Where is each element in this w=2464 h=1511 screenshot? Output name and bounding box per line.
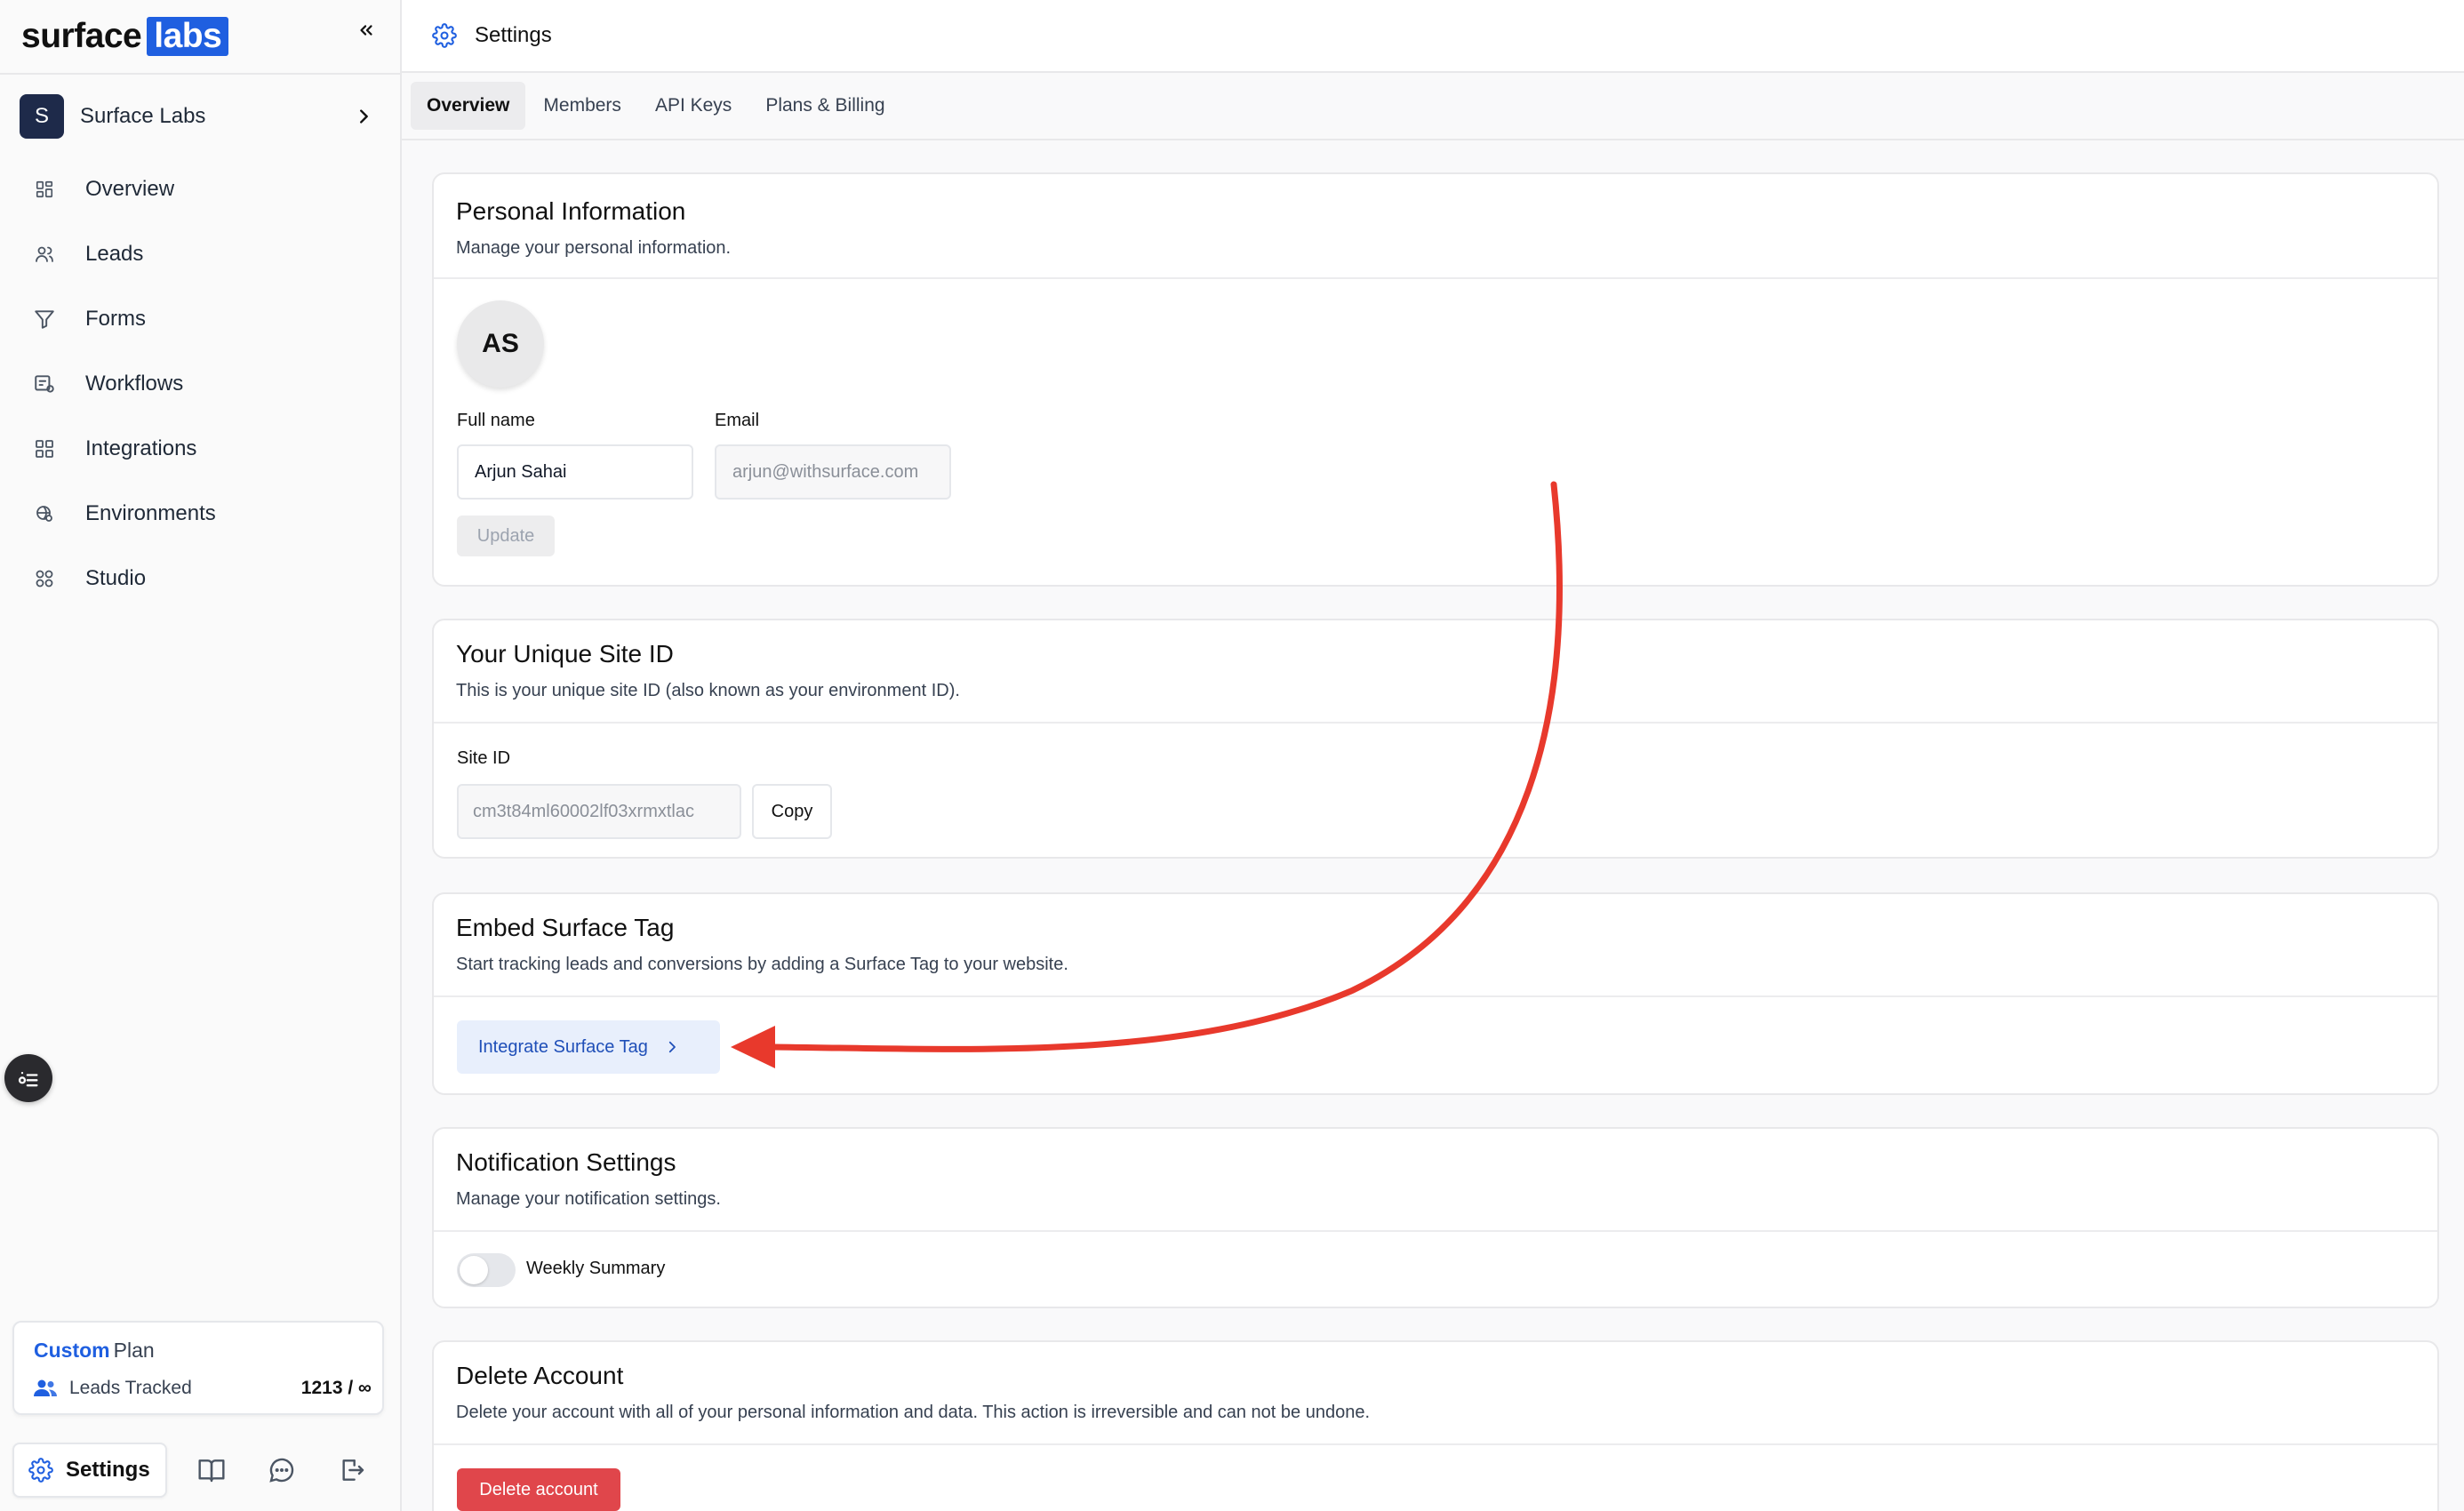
sidebar-item-label: Forms xyxy=(85,306,146,331)
plan-suffix: Plan xyxy=(113,1339,155,1362)
card-title: Delete Account xyxy=(456,1362,624,1389)
users-icon xyxy=(34,1379,57,1398)
sidebar-item-forms[interactable]: Forms xyxy=(20,286,382,351)
sidebar-item-label: Environments xyxy=(85,500,216,525)
page-header: Settings xyxy=(402,0,2464,73)
tab-members[interactable]: Members xyxy=(527,82,637,130)
sidebar-item-leads[interactable]: Leads xyxy=(20,221,382,286)
users-icon xyxy=(32,242,57,267)
tab-plans-billing[interactable]: Plans & Billing xyxy=(749,82,900,130)
card-title: Notification Settings xyxy=(456,1148,676,1176)
card-description: Start tracking leads and conversions by … xyxy=(456,955,1068,974)
book-icon[interactable] xyxy=(194,1452,229,1488)
card-header: Notification Settings Manage your notifi… xyxy=(434,1129,2437,1232)
page-title: Settings xyxy=(475,23,552,47)
integrate-button-label: Integrate Surface Tag xyxy=(478,1036,648,1057)
full-name-field[interactable]: Arjun Sahai xyxy=(457,444,693,500)
card-header: Delete Account Delete your account with … xyxy=(434,1342,2437,1445)
card-header: Personal Information Manage your persona… xyxy=(434,174,2437,279)
settings-button-label: Settings xyxy=(66,1458,150,1482)
site-id-field[interactable]: cm3t84ml60002lf03xrmxtlac xyxy=(457,784,741,839)
leads-tracked-count: 1213 / ∞ xyxy=(300,1378,372,1398)
card-header: Embed Surface Tag Start tracking leads a… xyxy=(434,894,2437,997)
notification-settings-card: Notification Settings Manage your notifi… xyxy=(432,1127,2439,1308)
sidebar-item-label: Integrations xyxy=(85,436,197,460)
chat-icon[interactable] xyxy=(264,1452,300,1488)
tab-overview[interactable]: Overview xyxy=(411,82,526,130)
sidebar-item-workflows[interactable]: Workflows xyxy=(20,351,382,416)
sidebar-item-label: Overview xyxy=(85,176,175,201)
site-id-label: Site ID xyxy=(457,748,511,768)
settings-tabs: Overview Members API Keys Plans & Billin… xyxy=(402,73,2464,140)
sidebar-item-environments[interactable]: Environments xyxy=(20,481,382,546)
chevron-right-icon xyxy=(664,1039,680,1055)
workspace-name: Surface Labs xyxy=(80,104,206,128)
plan-name: Custom xyxy=(34,1339,110,1362)
sidebar-item-label: Workflows xyxy=(85,371,184,396)
sidebar-item-label: Leads xyxy=(85,241,144,266)
tab-api-keys[interactable]: API Keys xyxy=(639,82,748,130)
sidebar-footer: Settings xyxy=(12,1442,384,1499)
logout-icon[interactable] xyxy=(334,1452,370,1488)
card-description: This is your unique site ID (also known … xyxy=(456,681,960,700)
integrate-surface-tag-button[interactable]: Integrate Surface Tag xyxy=(457,1020,720,1074)
gear-icon xyxy=(432,23,457,48)
delete-account-button[interactable]: Delete account xyxy=(457,1468,620,1511)
gear-icon xyxy=(28,1458,53,1483)
environment-icon xyxy=(32,501,57,526)
double-chevron-left-icon[interactable] xyxy=(352,16,380,44)
sidebar-item-overview[interactable]: Overview xyxy=(20,156,382,221)
settings-button[interactable]: Settings xyxy=(12,1443,167,1498)
card-header: Your Unique Site ID This is your unique … xyxy=(434,620,2437,724)
sidebar-item-label: Studio xyxy=(85,565,147,590)
grid-icon xyxy=(32,177,57,202)
logo-word: surface xyxy=(21,17,142,55)
embed-surface-tag-card: Embed Surface Tag Start tracking leads a… xyxy=(432,892,2439,1095)
sidebar-nav: Overview Leads Forms Workflows Integrati… xyxy=(20,156,382,611)
checklist-icon xyxy=(16,1066,41,1091)
plan-card[interactable]: Custom Plan Leads Tracked 1213 / ∞ xyxy=(12,1321,384,1415)
card-description: Manage your notification settings. xyxy=(456,1189,721,1209)
brand-logo[interactable]: surface labs xyxy=(21,14,229,59)
card-title: Your Unique Site ID xyxy=(456,640,674,668)
card-description: Delete your account with all of your per… xyxy=(456,1403,1371,1422)
floating-menu-button[interactable] xyxy=(4,1054,52,1102)
chevron-right-icon xyxy=(354,107,373,126)
leads-tracked-row: Leads Tracked 1213 / ∞ xyxy=(34,1378,372,1399)
workflow-icon xyxy=(32,372,57,396)
personal-information-card: Personal Information Manage your persona… xyxy=(432,172,2439,587)
toggle-knob xyxy=(460,1256,488,1284)
avatar[interactable]: AS xyxy=(457,300,544,388)
leads-tracked-label: Leads Tracked xyxy=(69,1378,192,1398)
studio-icon xyxy=(32,566,57,591)
weekly-summary-toggle[interactable] xyxy=(457,1253,516,1287)
logo-badge: labs xyxy=(147,17,229,56)
workspace-switcher[interactable]: S Surface Labs xyxy=(20,94,382,139)
card-title: Embed Surface Tag xyxy=(456,914,675,941)
full-name-label: Full name xyxy=(457,411,535,430)
filter-icon xyxy=(32,307,57,332)
delete-account-card: Delete Account Delete your account with … xyxy=(432,1340,2439,1511)
copy-button[interactable]: Copy xyxy=(752,784,832,839)
email-field[interactable]: arjun@withsurface.com xyxy=(715,444,951,500)
sidebar-divider xyxy=(0,73,402,75)
card-description: Manage your personal information. xyxy=(456,238,732,258)
sidebar: surface labs S Surface Labs Overview Lead… xyxy=(0,0,402,1511)
sidebar-item-integrations[interactable]: Integrations xyxy=(20,416,382,481)
plan-title: Custom Plan xyxy=(34,1339,155,1363)
card-title: Personal Information xyxy=(456,197,686,225)
update-button[interactable]: Update xyxy=(457,516,555,556)
workspace-avatar: S xyxy=(20,94,64,139)
weekly-summary-label: Weekly Summary xyxy=(526,1259,666,1278)
site-id-card: Your Unique Site ID This is your unique … xyxy=(432,619,2439,859)
integrations-icon xyxy=(32,436,57,461)
email-label: Email xyxy=(715,411,760,430)
sidebar-item-studio[interactable]: Studio xyxy=(20,546,382,611)
